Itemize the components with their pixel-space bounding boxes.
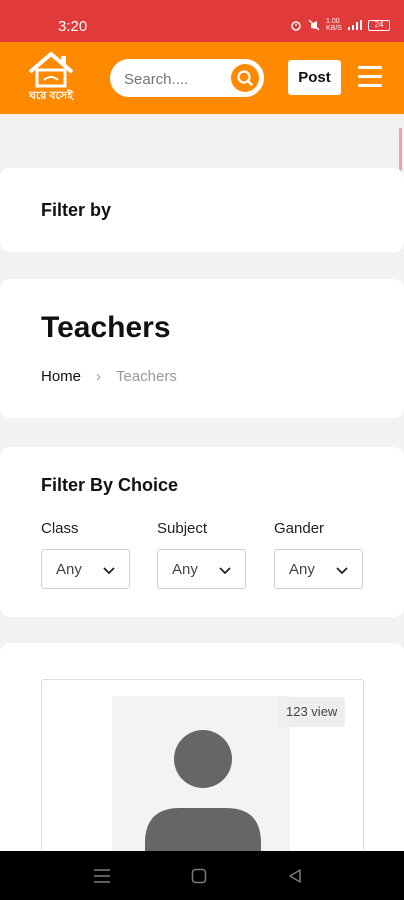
battery-icon: 24 <box>368 19 390 31</box>
chevron-down-icon <box>219 567 231 575</box>
network-speed: 1.00 KB/S <box>326 18 342 32</box>
search-button[interactable] <box>231 64 259 92</box>
logo-text: ঘরে বসেই <box>29 90 73 102</box>
filter-by-section: Filter by <box>0 168 404 252</box>
breadcrumb-current: Teachers <box>116 368 177 385</box>
site-logo[interactable]: ঘরে বসেই <box>18 50 84 108</box>
post-button[interactable]: Post <box>288 60 341 95</box>
back-icon[interactable] <box>287 868 303 884</box>
house-logo-icon <box>28 52 74 88</box>
search-box <box>110 59 264 97</box>
teacher-card[interactable]: 123 view <box>41 679 364 880</box>
search-icon <box>237 70 253 86</box>
page-title: Teachers <box>41 311 171 344</box>
subject-filter-label: Subject <box>157 520 208 537</box>
chevron-down-icon <box>336 567 348 575</box>
subject-select[interactable]: Any <box>157 549 246 589</box>
chevron-down-icon <box>103 567 115 575</box>
hamburger-menu-icon[interactable] <box>358 66 382 88</box>
home-icon[interactable] <box>191 868 207 884</box>
class-select-value: Any <box>56 561 82 578</box>
gander-select[interactable]: Any <box>274 549 363 589</box>
class-filter-label: Class <box>41 520 79 537</box>
filter-choice-title: Filter By Choice <box>41 475 179 495</box>
view-count-badge: 123 view <box>278 697 346 727</box>
recent-apps-icon[interactable] <box>93 868 111 884</box>
status-time: 3:20 <box>58 18 88 35</box>
system-nav-bar <box>0 851 404 900</box>
class-select[interactable]: Any <box>41 549 130 589</box>
mute-icon <box>308 19 320 31</box>
search-input[interactable] <box>124 67 224 91</box>
gander-filter-label: Gander <box>274 520 325 537</box>
signal-icon <box>348 20 362 30</box>
filter-by-choice-section: Filter By Choice Class Subject Gander An… <box>0 447 404 617</box>
status-icons: 1.00 KB/S 24 <box>290 18 390 32</box>
status-bar: 3:20 1.00 KB/S 24 <box>0 0 404 42</box>
gander-select-value: Any <box>289 561 315 578</box>
app-header: ঘরে বসেই Post <box>0 42 404 114</box>
breadcrumb-home-link[interactable]: Home <box>41 368 81 385</box>
alarm-icon <box>291 21 301 31</box>
page-heading-section: Teachers Home › Teachers <box>0 279 404 418</box>
filter-by-title[interactable]: Filter by <box>41 200 111 221</box>
subject-select-value: Any <box>172 561 198 578</box>
chevron-right-icon: › <box>96 368 101 385</box>
